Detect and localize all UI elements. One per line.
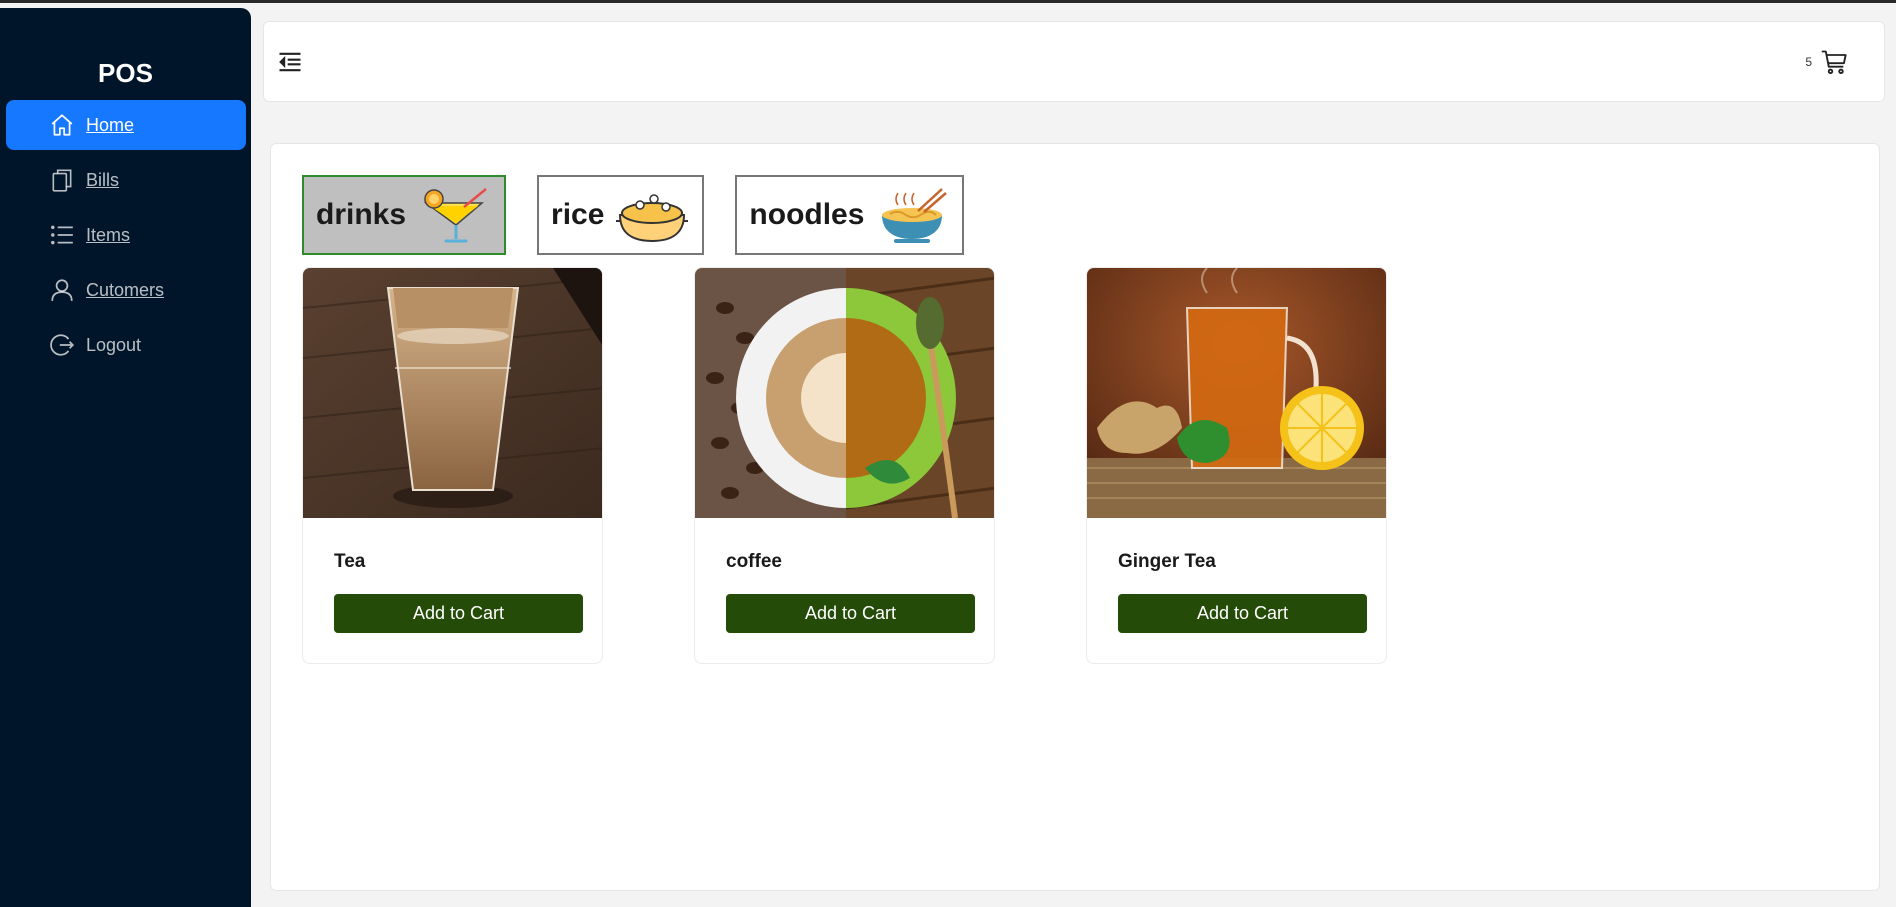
add-to-cart-button[interactable]: Add to Cart bbox=[334, 594, 583, 633]
noodle-bowl-icon bbox=[882, 188, 948, 243]
sidebar-item-logout[interactable]: Logout bbox=[6, 320, 246, 370]
add-to-cart-button[interactable]: Add to Cart bbox=[726, 594, 975, 633]
main-content: drinks rice noodles Tea Add to Cart coff… bbox=[270, 143, 1880, 891]
menu-fold-icon[interactable] bbox=[276, 48, 304, 76]
item-card: Tea Add to Cart bbox=[302, 267, 603, 664]
cart-count: 5 bbox=[1805, 55, 1812, 69]
category-label: noodles bbox=[749, 198, 865, 231]
category-noodles[interactable]: noodles bbox=[735, 175, 965, 255]
cocktail-icon bbox=[423, 188, 487, 243]
sidebar-item-label[interactable]: Logout bbox=[86, 335, 141, 356]
sidebar-item-customers[interactable]: Cutomers bbox=[6, 265, 246, 315]
item-card: Ginger Tea Add to Cart bbox=[1086, 267, 1387, 664]
sidebar-item-label[interactable]: Items bbox=[86, 225, 130, 246]
copy-icon bbox=[48, 166, 76, 194]
user-icon bbox=[48, 276, 76, 304]
sidebar-item-label[interactable]: Bills bbox=[86, 170, 119, 191]
item-name: Ginger Tea bbox=[1118, 551, 1216, 572]
sidebar-item-home[interactable]: Home bbox=[6, 100, 246, 150]
add-to-cart-button[interactable]: Add to Cart bbox=[1118, 594, 1367, 633]
item-name: Tea bbox=[334, 551, 366, 572]
category-label: drinks bbox=[316, 198, 407, 231]
sidebar-item-label[interactable]: Cutomers bbox=[86, 280, 164, 301]
category-list: drinks rice noodles bbox=[302, 175, 995, 255]
sidebar-item-bills[interactable]: Bills bbox=[6, 155, 246, 205]
coffee-and-green-tea-cup-photo bbox=[695, 268, 994, 518]
sidebar: POS Home Bills Items Cutomers Logout bbox=[0, 8, 251, 907]
ginger-lemon-tea-photo bbox=[1087, 268, 1386, 518]
milk-tea-glass-photo bbox=[303, 268, 602, 518]
item-card: coffee Add to Cart bbox=[694, 267, 995, 664]
category-label: rice bbox=[551, 198, 605, 231]
rice-pot-icon bbox=[616, 194, 689, 243]
sidebar-item-items[interactable]: Items bbox=[6, 210, 246, 260]
app-logo: POS bbox=[98, 58, 153, 88]
shopping-cart-icon[interactable] bbox=[1820, 48, 1848, 76]
window-top-border bbox=[0, 0, 1896, 3]
list-icon bbox=[48, 221, 76, 249]
logout-icon bbox=[48, 331, 76, 359]
top-header: 5 bbox=[263, 21, 1885, 102]
category-drinks[interactable]: drinks bbox=[302, 175, 507, 255]
home-icon bbox=[48, 111, 76, 139]
item-grid: Tea Add to Cart coffee Add to Cart Ginge… bbox=[302, 267, 1478, 664]
sidebar-menu: Home Bills Items Cutomers Logout bbox=[6, 100, 246, 375]
sidebar-item-label[interactable]: Home bbox=[86, 115, 134, 136]
category-rice[interactable]: rice bbox=[537, 175, 705, 255]
item-name: coffee bbox=[726, 551, 782, 572]
